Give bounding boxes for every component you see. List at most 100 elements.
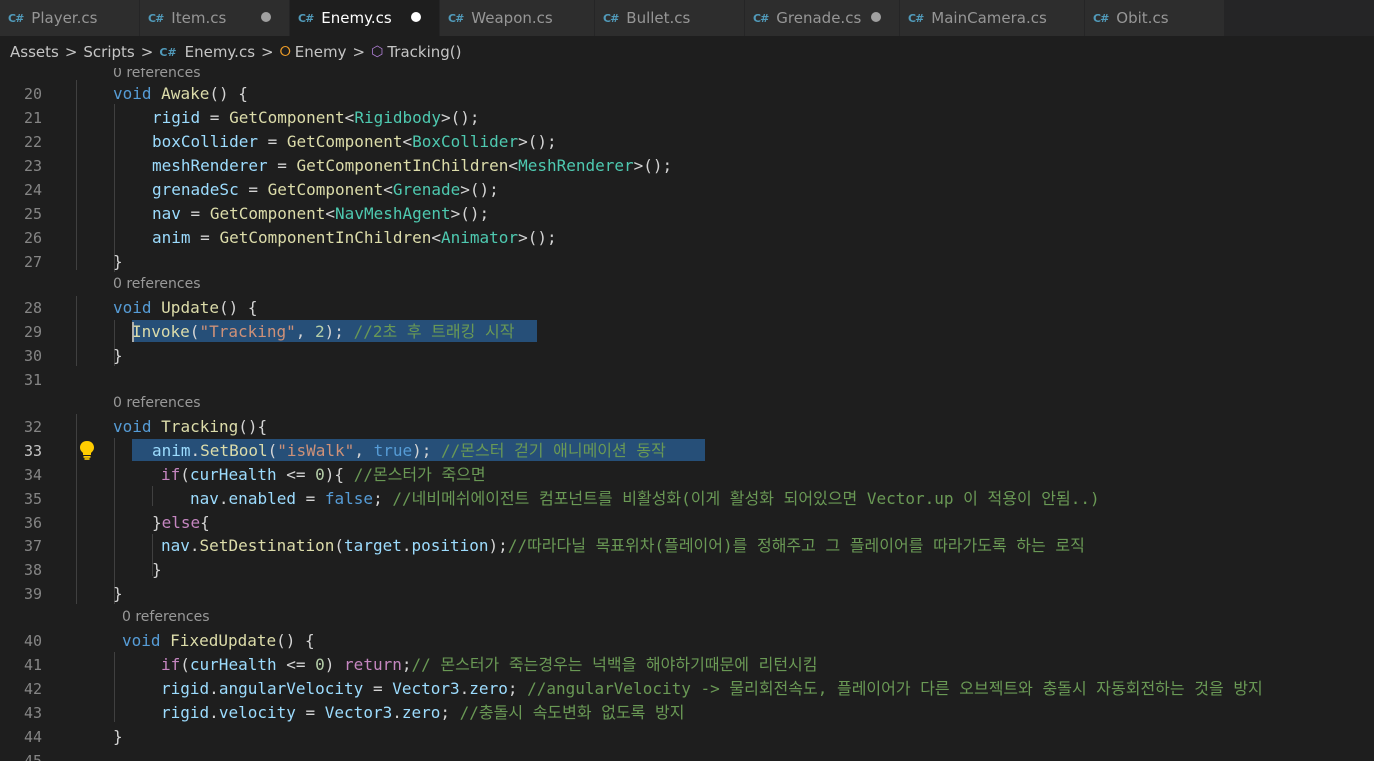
code-line[interactable]: 32 void Tracking(){ (0, 415, 1374, 439)
tab-grenade-cs[interactable]: C# Grenade.cs (745, 0, 900, 36)
code-token: < (383, 180, 393, 199)
code-text: void Tracking(){ (113, 415, 267, 439)
tab-item-cs[interactable]: C# Item.cs (140, 0, 290, 36)
code-token: //몬스터가 죽으면 (353, 465, 486, 484)
code-line[interactable]: 20 void Awake() { (0, 82, 1374, 106)
line-number: 32 (23, 418, 42, 436)
code-line[interactable]: 23 meshRenderer = GetComponentInChildren<… (0, 154, 1374, 178)
code-line[interactable]: 29 Invoke("Tracking", 2); //2초 후 트래킹 시작 (0, 320, 1374, 344)
code-line[interactable]: 37 nav.SetDestination(target.position);//… (0, 534, 1374, 558)
code-line[interactable]: 35 nav.enabled = false; //네비메쉬에이전트 컴포넌트를 … (0, 487, 1374, 511)
code-line[interactable]: 40 void FixedUpdate() { (0, 629, 1374, 653)
code-token: < (431, 228, 441, 247)
code-token: ( (189, 322, 200, 341)
breadcrumb: Assets > Scripts > C# Enemy.cs > ⭘ Enemy… (0, 36, 1374, 68)
code-token: SetBool (200, 441, 268, 460)
tab-weapon-cs[interactable]: C# Weapon.cs (440, 0, 595, 36)
code-token: >(); (441, 108, 480, 127)
code-line[interactable]: 34 if(curHealth <= 0){ //몬스터가 죽으면 (0, 463, 1374, 487)
line-number: 21 (23, 109, 42, 127)
code-token: <= (276, 465, 316, 484)
code-token: angularVelocity (218, 679, 364, 698)
code-token: Invoke (132, 322, 190, 341)
tab-bullet-cs[interactable]: C# Bullet.cs (595, 0, 745, 36)
code-editor[interactable]: 0 references 0 references 0 references 0… (0, 68, 1374, 761)
line-number: 37 (23, 537, 42, 555)
code-token: . (392, 703, 402, 722)
tab-maincamera-cs[interactable]: C# MainCamera.cs (900, 0, 1085, 36)
code-token: = (238, 180, 268, 199)
tab-label: Obit.cs (1116, 9, 1169, 27)
codelens-references[interactable]: 0 references (113, 275, 201, 293)
code-token: ; (373, 489, 393, 508)
code-line[interactable]: 38} (0, 558, 1374, 582)
codelens-references[interactable]: 0 references (122, 608, 210, 626)
line-number: 43 (23, 704, 42, 722)
code-token: true (373, 441, 413, 460)
code-token: . (209, 679, 219, 698)
line-number: 36 (23, 514, 42, 532)
code-line[interactable]: 21 rigid = GetComponent<Rigidbody>(); (0, 106, 1374, 130)
code-token: . (209, 703, 219, 722)
code-line[interactable]: 25 nav = GetComponent<NavMeshAgent>(); (0, 202, 1374, 226)
code-line[interactable]: 41 if(curHealth <= 0) return;// 몬스터가 죽는경우… (0, 653, 1374, 677)
breadcrumb-class[interactable]: Enemy (295, 43, 347, 61)
code-line[interactable]: 42 rigid.angularVelocity = Vector3.zero; … (0, 677, 1374, 701)
csharp-icon: C# (753, 11, 769, 25)
code-token: } (152, 560, 162, 579)
code-token: Rigidbody (354, 108, 442, 127)
code-token: false (324, 489, 374, 508)
code-line[interactable]: 39} (0, 582, 1374, 606)
code-line[interactable]: 27} (0, 250, 1374, 274)
code-token: } (113, 584, 123, 603)
code-token: nav (190, 489, 219, 508)
code-line[interactable]: 44} (0, 725, 1374, 749)
code-line[interactable]: 36}else{ (0, 511, 1374, 535)
code-line[interactable]: 43 rigid.velocity = Vector3.zero; //충돌시 속… (0, 701, 1374, 725)
code-token: ( (267, 441, 278, 460)
code-token: ( (334, 536, 345, 555)
tab-enemy-cs[interactable]: C# Enemy.cs (290, 0, 440, 36)
code-text: anim = GetComponentInChildren<Animator>(… (152, 226, 557, 250)
breadcrumb-assets[interactable]: Assets (10, 43, 59, 61)
line-number: 23 (23, 157, 42, 175)
code-token: //충돌시 속도변화 없도록 방지 (459, 703, 685, 722)
tab-player-cs[interactable]: C# Player.cs (0, 0, 140, 36)
code-token: curHealth (189, 655, 277, 674)
code-line[interactable]: 45 (0, 749, 1374, 761)
codelens-references[interactable]: 0 references (113, 68, 201, 82)
code-token: ; (440, 703, 460, 722)
code-token: void (113, 298, 152, 317)
codelens-references[interactable]: 0 references (113, 394, 201, 412)
code-text: } (113, 582, 123, 606)
modified-dot-icon[interactable] (411, 12, 421, 22)
code-token: void (113, 84, 152, 103)
code-token: velocity (218, 703, 296, 722)
code-token: position (411, 536, 489, 555)
breadcrumb-separator: > (261, 43, 274, 61)
code-line[interactable]: 31 (0, 368, 1374, 392)
code-token: Awake (161, 84, 210, 103)
code-token: >(); (633, 156, 673, 175)
code-text: grenadeSc = GetComponent<Grenade>(); (152, 178, 499, 202)
tab-obit-cs[interactable]: C# Obit.cs (1085, 0, 1225, 36)
code-line[interactable]: 22 boxCollider = GetComponent<BoxCollider… (0, 130, 1374, 154)
code-line[interactable]: 30} (0, 344, 1374, 368)
code-token: anim (152, 228, 191, 247)
code-token: GetComponentInChildren (219, 228, 432, 247)
code-line[interactable]: 24 grenadeSc = GetComponent<Grenade>(); (0, 178, 1374, 202)
breadcrumb-scripts[interactable]: Scripts (83, 43, 134, 61)
code-line[interactable]: 28 void Update() { (0, 296, 1374, 320)
code-token: // 몬스터가 죽는경우는 넉백을 해야하기때문에 리턴시킴 (411, 655, 818, 674)
code-line[interactable]: 33 anim.SetBool("isWalk", true); //몬스터 걷기… (0, 439, 1374, 463)
code-token: (){ (238, 417, 268, 436)
code-line[interactable]: 26 anim = GetComponentInChildren<Animator… (0, 226, 1374, 250)
modified-dot-icon[interactable] (261, 12, 271, 22)
modified-dot-icon[interactable] (871, 12, 881, 22)
code-text: meshRenderer = GetComponentInChildren<Me… (152, 154, 672, 178)
code-token: } (113, 346, 123, 365)
line-number: 29 (23, 323, 42, 341)
breadcrumb-file[interactable]: Enemy.cs (185, 43, 255, 61)
breadcrumb-method[interactable]: Tracking() (387, 43, 461, 61)
code-token: //네비메쉬에이전트 컴포넌트를 비활성화(이게 활성화 되어있으면 Vecto… (392, 489, 1100, 508)
